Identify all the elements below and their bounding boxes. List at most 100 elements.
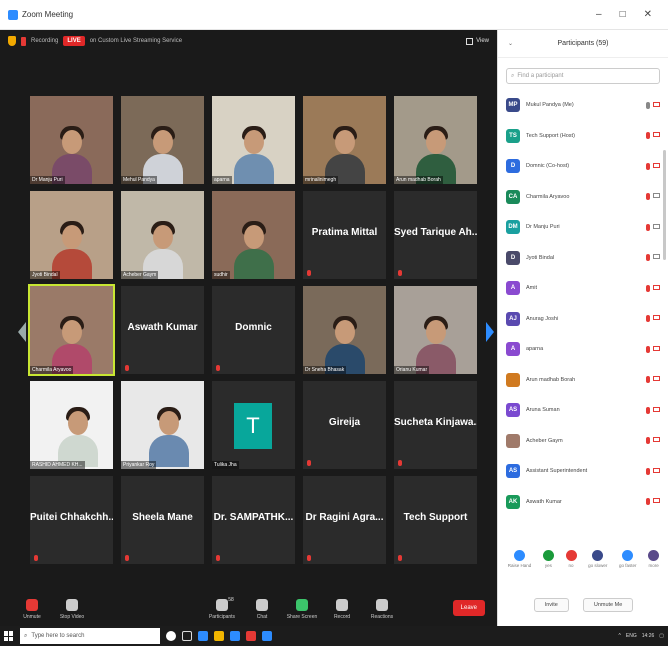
feedback-button[interactable]: Raise Hand <box>508 550 531 568</box>
participant-tile[interactable]: Dr Sneha Bhasak <box>303 286 386 374</box>
participant-tile[interactable]: aparna <box>212 96 295 184</box>
participant-tile[interactable]: Sheela Mane <box>121 476 204 564</box>
participant-list-item[interactable]: AS Aruna Suman <box>498 395 668 426</box>
feedback-button[interactable]: go faster <box>619 550 637 568</box>
participant-tile[interactable]: Dr Ragini Agra... <box>303 476 386 564</box>
participant-list-item[interactable]: D Domnic (Co-host) <box>498 151 668 182</box>
zoom-taskbar-icon[interactable] <box>262 631 272 641</box>
participant-tile[interactable]: RASHID AHMED KH... <box>30 381 113 469</box>
notifications-icon[interactable]: ▢ <box>659 633 664 639</box>
participant-tile[interactable]: Puitei Chhakchh... <box>30 476 113 564</box>
taskbar-search-input[interactable]: ⌕ Type here to search <box>20 628 160 644</box>
mic-icon[interactable] <box>646 406 650 414</box>
mic-icon[interactable] <box>646 162 650 170</box>
live-badge[interactable]: LIVE <box>63 36 85 46</box>
participant-tile[interactable]: Orianu Kumar <box>394 286 477 374</box>
tray-arrows-icon[interactable]: ^ <box>619 633 621 639</box>
participant-list-item[interactable]: MP Mukul Pandya (Me) <box>498 90 668 121</box>
live-service-label[interactable]: on Custom Live Streaming Service <box>90 38 182 44</box>
mic-icon[interactable] <box>646 284 650 292</box>
mic-icon[interactable] <box>646 498 650 506</box>
participant-list-item[interactable]: AJ Anurag Joshi <box>498 304 668 335</box>
feedback-icon <box>648 550 660 561</box>
feedback-icon <box>622 550 634 561</box>
participants-button[interactable]: Participants 58 <box>202 597 242 620</box>
participant-tile[interactable]: Dr Manju Puri <box>30 96 113 184</box>
participant-tile[interactable]: Charmila Aryavoo <box>28 284 115 376</box>
windows-start-icon[interactable] <box>4 631 14 641</box>
participant-tile[interactable]: Syed Tarique Ah... <box>394 191 477 279</box>
participant-list-item[interactable]: Acheber Gaym <box>498 426 668 457</box>
view-button[interactable]: View <box>466 37 489 45</box>
participant-list-item[interactable]: AK Aswath Kumar <box>498 487 668 518</box>
office-icon[interactable] <box>246 631 256 641</box>
clock[interactable]: 14:26 <box>642 633 655 639</box>
mic-icon[interactable] <box>646 467 650 475</box>
collapse-chevron-icon[interactable]: ⌄ <box>508 40 513 47</box>
participant-tile[interactable]: Sucheta Kinjawa... <box>394 381 477 469</box>
participant-list-item[interactable]: DM Dr Manju Puri <box>498 212 668 243</box>
mic-icon[interactable] <box>646 376 650 384</box>
participant-list-item[interactable]: TS Tech Support (Host) <box>498 121 668 152</box>
close-button[interactable]: ✕ <box>644 9 652 20</box>
avatar <box>506 372 520 387</box>
participant-tile[interactable]: Acheber Gaym <box>121 191 204 279</box>
participant-list-item[interactable]: Arun madhab Borah <box>498 365 668 396</box>
cortana-icon[interactable] <box>166 631 176 641</box>
file-explorer-icon[interactable] <box>214 631 224 641</box>
reactions-button[interactable]: Reactions <box>362 599 402 620</box>
participant-tile[interactable]: Dr. SAMPATHK... <box>212 476 295 564</box>
mic-icon[interactable] <box>646 437 650 445</box>
participant-name: Jyoti Bindal <box>526 254 555 261</box>
share-screen-button[interactable]: Share Screen <box>282 599 322 620</box>
mic-icon[interactable] <box>646 132 650 140</box>
participant-tile[interactable]: T Tulika Jha <box>212 381 295 469</box>
edge-browser-icon[interactable] <box>198 631 208 641</box>
mic-icon[interactable] <box>646 315 650 323</box>
previous-page-arrow-icon[interactable] <box>18 322 26 342</box>
language-indicator[interactable]: ENG <box>626 633 637 639</box>
participant-list-item[interactable]: A Amit <box>498 273 668 304</box>
stop-video-button[interactable]: Stop Video <box>52 599 92 620</box>
participant-list-item[interactable]: AS Assistant Superintendent <box>498 456 668 487</box>
unmute-me-button[interactable]: Unmute Me <box>582 598 634 612</box>
task-view-icon[interactable] <box>182 631 192 641</box>
participant-tile[interactable]: Tech Support <box>394 476 477 564</box>
participant-tile[interactable]: Mehul Pandya <box>121 96 204 184</box>
chat-button[interactable]: Chat <box>242 599 282 620</box>
invite-button[interactable]: Invite <box>533 598 569 612</box>
mic-icon[interactable] <box>646 223 650 231</box>
find-participant-input[interactable]: ⌕ Find a participant <box>506 68 660 84</box>
mic-icon[interactable] <box>646 101 650 109</box>
minimize-button[interactable]: – <box>596 9 602 20</box>
participant-list-item[interactable]: D Jyoti Bindal <box>498 243 668 274</box>
feedback-button[interactable]: go slower <box>588 550 607 568</box>
store-icon[interactable] <box>230 631 240 641</box>
participant-tile[interactable]: sudhir <box>212 191 295 279</box>
security-shield-icon[interactable] <box>8 36 16 46</box>
participant-tile[interactable]: Jyoti Bindal <box>30 191 113 279</box>
mic-icon[interactable] <box>646 345 650 353</box>
participant-tile[interactable]: Arun madhab Borah <box>394 96 477 184</box>
feedback-button[interactable]: no <box>565 550 577 568</box>
participant-tile[interactable]: Priyankar Roy <box>121 381 204 469</box>
feedback-button[interactable]: more <box>648 550 660 568</box>
participant-name-label: Priyankar Roy <box>121 461 157 469</box>
participant-tile[interactable]: Domnic <box>212 286 295 374</box>
participant-list-item[interactable]: CA Charmila Aryavoo <box>498 182 668 213</box>
participant-tile[interactable]: Aswath Kumar <box>121 286 204 374</box>
participant-tile[interactable]: Gireija <box>303 381 386 469</box>
unmute-button[interactable]: Unmute <box>12 599 52 620</box>
next-page-arrow-icon[interactable] <box>486 322 494 342</box>
participant-list-item[interactable]: Aaparna <box>498 334 668 365</box>
participant-tile[interactable]: Pratima Mittal <box>303 191 386 279</box>
search-icon: ⌕ <box>511 72 515 79</box>
mic-icon[interactable] <box>646 193 650 201</box>
record-button[interactable]: Record <box>322 599 362 620</box>
leave-button[interactable]: Leave <box>452 600 485 616</box>
participant-list-scrollbar[interactable] <box>663 150 666 260</box>
participant-tile[interactable]: mrinalinimegh <box>303 96 386 184</box>
feedback-button[interactable]: yes <box>542 550 554 568</box>
mic-icon[interactable] <box>646 254 650 262</box>
maximize-button[interactable]: □ <box>620 9 626 20</box>
